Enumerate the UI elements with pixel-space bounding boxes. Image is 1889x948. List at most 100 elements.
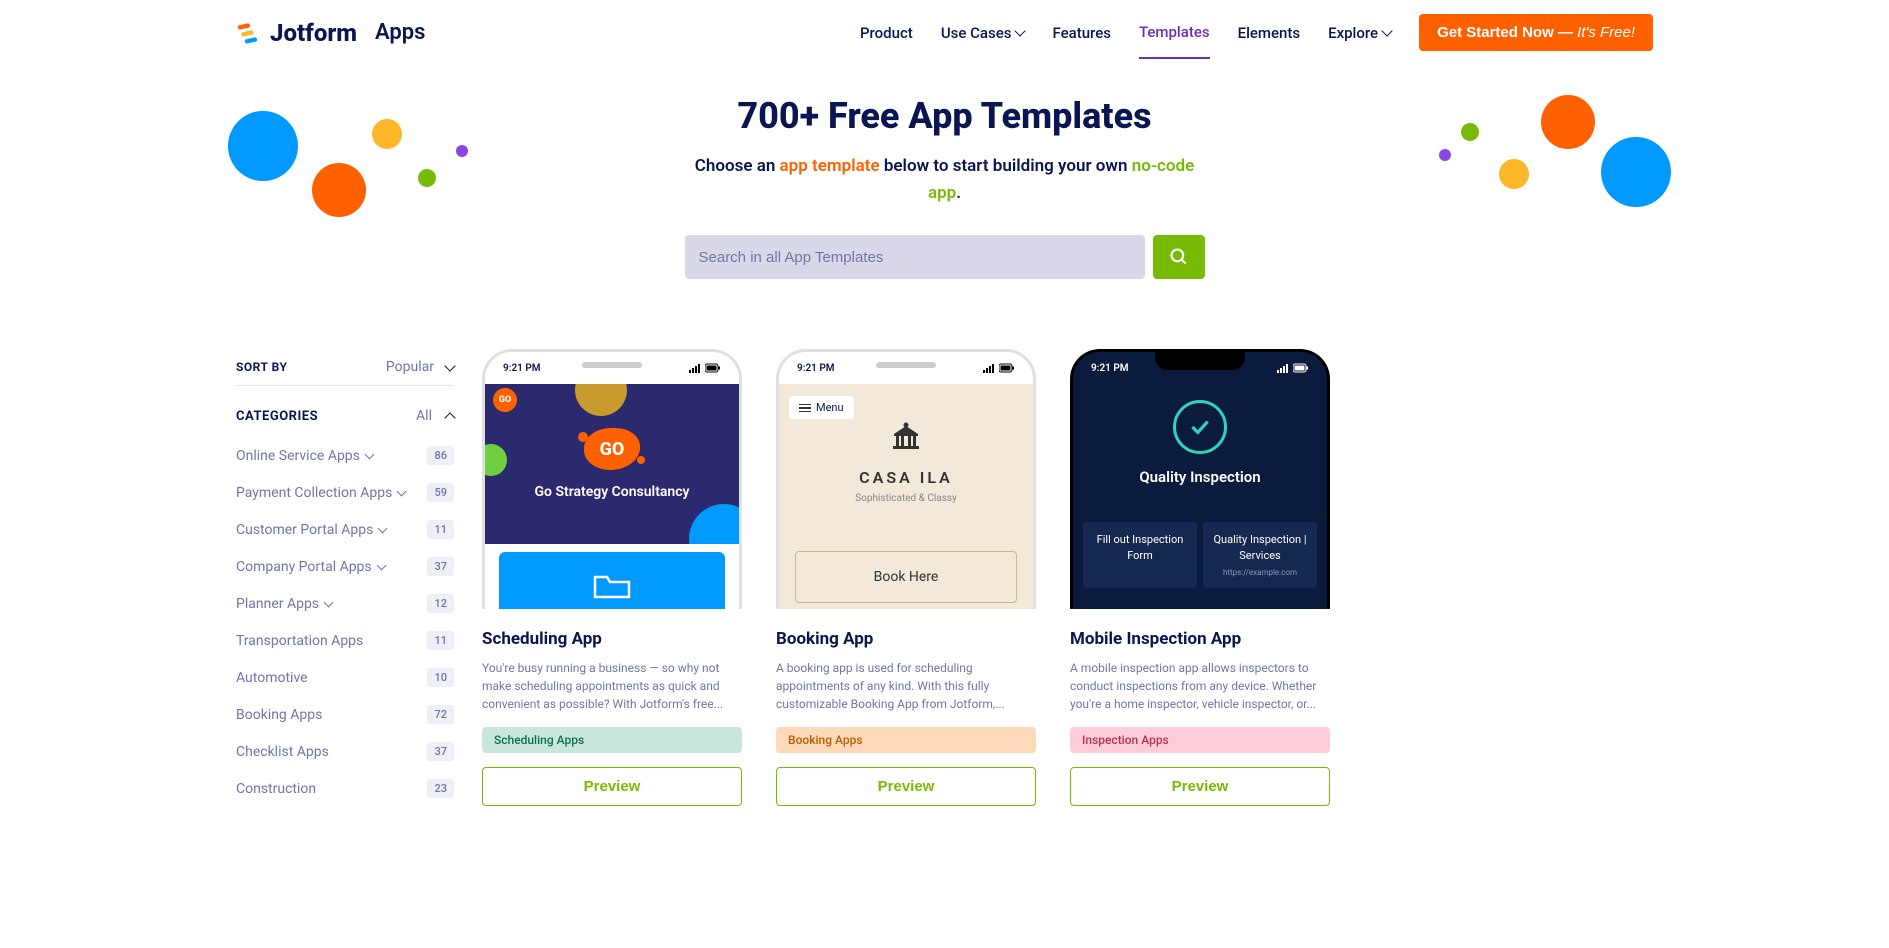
chevron-down-icon — [364, 450, 374, 460]
category-item[interactable]: Payment Collection Apps59 — [236, 475, 454, 510]
mock-menu-button: Menu — [789, 396, 854, 419]
category-item[interactable]: Online Service Apps 86 — [236, 438, 454, 473]
nav-templates[interactable]: Templates — [1139, 23, 1210, 59]
category-item[interactable]: Customer Portal Apps11 — [236, 512, 454, 547]
preview-button[interactable]: Preview — [776, 767, 1036, 806]
category-count: 11 — [427, 520, 454, 539]
mock-title: Go Strategy Consultancy — [535, 484, 690, 500]
template-card: 9:21 PM Menu CASA ILA Sophisticated & Cl — [776, 349, 1036, 806]
chevron-down-icon — [1015, 25, 1026, 36]
mock-book-button: Book Here — [795, 551, 1017, 603]
sort-select[interactable]: Popular — [386, 359, 454, 375]
category-count: 12 — [427, 594, 454, 613]
category-name: Planner Apps — [236, 596, 332, 612]
category-name: Checklist Apps — [236, 744, 329, 760]
category-name: Automotive — [236, 670, 308, 686]
phone-mockup: 9:21 PM GO GO Go Strategy Consultancy — [482, 349, 742, 609]
search-button[interactable] — [1153, 235, 1205, 279]
nav-elements[interactable]: Elements — [1238, 24, 1301, 42]
card-title[interactable]: Booking App — [776, 629, 1036, 649]
get-started-button[interactable]: Get Started Now — It's Free! — [1419, 14, 1653, 51]
template-card: 9:21 PM GO GO Go Strategy Consultancy Sc… — [482, 349, 742, 806]
main-content: SORT BY Popular CATEGORIES All Online Se… — [0, 319, 1889, 846]
preview-button[interactable]: Preview — [482, 767, 742, 806]
template-card: 9:21 PM Quality Inspection Fill out Insp… — [1070, 349, 1330, 806]
card-title[interactable]: Scheduling App — [482, 629, 742, 649]
mock-subtitle: Sophisticated & Classy — [779, 493, 1033, 504]
chevron-up-icon — [444, 412, 455, 423]
mock-title: Quality Inspection — [1073, 468, 1327, 486]
decorative-circle — [228, 111, 298, 181]
phone-mockup: 9:21 PM Menu CASA ILA Sophisticated & Cl — [776, 349, 1036, 609]
category-name: Company Portal Apps — [236, 559, 385, 575]
main-header: Jotform Apps Product Use Cases Features … — [0, 0, 1889, 65]
decorative-circle — [1601, 137, 1671, 207]
chevron-down-icon — [324, 598, 334, 608]
phone-status-bar: 9:21 PM — [485, 352, 739, 384]
preview-button[interactable]: Preview — [1070, 767, 1330, 806]
search-input[interactable] — [685, 235, 1145, 279]
category-item[interactable]: Planner Apps 12 — [236, 586, 454, 621]
nav-features[interactable]: Features — [1052, 24, 1110, 42]
category-count: 72 — [427, 705, 454, 724]
decorative-circle — [456, 145, 468, 157]
card-tag[interactable]: Booking Apps — [776, 727, 1036, 753]
sidebar: SORT BY Popular CATEGORIES All Online Se… — [236, 349, 454, 806]
checkmark-icon — [1173, 400, 1227, 454]
search-icon — [1169, 247, 1189, 267]
phone-notch — [1155, 352, 1245, 370]
nav-product[interactable]: Product — [860, 24, 913, 42]
category-name: Online Service Apps — [236, 448, 373, 464]
chevron-down-icon — [1381, 25, 1392, 36]
category-item[interactable]: Company Portal Apps 37 — [236, 549, 454, 584]
phone-notch — [582, 362, 642, 368]
category-name: Booking Apps — [236, 707, 322, 723]
chevron-down-icon — [376, 561, 386, 571]
category-name: Transportation Apps — [236, 633, 363, 649]
decorative-circle — [1461, 123, 1479, 141]
category-item[interactable]: Checklist Apps 37 — [236, 734, 454, 769]
main-nav: Product Use Cases Features Templates Ele… — [860, 14, 1653, 51]
section-label[interactable]: Apps — [375, 20, 425, 45]
card-tag[interactable]: Inspection Apps — [1070, 727, 1330, 753]
category-item[interactable]: Construction 23 — [236, 771, 454, 806]
category-count: 37 — [427, 742, 454, 761]
nav-explore[interactable]: Explore — [1328, 24, 1391, 42]
categories-list: Online Service Apps 86 Payment Collection … — [236, 438, 454, 806]
category-item[interactable]: Transportation Apps 11 — [236, 623, 454, 658]
decorative-circle — [312, 163, 366, 217]
category-count: 37 — [427, 557, 454, 576]
go-logo: GO — [584, 428, 640, 470]
sort-label: SORT BY — [236, 360, 287, 374]
category-count: 86 — [427, 446, 454, 465]
brand-name: Jotform — [270, 19, 357, 47]
phone-mockup: 9:21 PM Quality Inspection Fill out Insp… — [1070, 349, 1330, 609]
logo[interactable]: Jotform — [236, 19, 357, 47]
category-item[interactable]: Automotive 10 — [236, 660, 454, 695]
search-wrap — [0, 235, 1889, 279]
card-tag[interactable]: Scheduling Apps — [482, 727, 742, 753]
nav-use-cases[interactable]: Use Cases — [941, 24, 1025, 42]
chevron-down-icon — [444, 360, 455, 371]
card-title[interactable]: Mobile Inspection App — [1070, 629, 1330, 649]
decorative-circle — [1541, 95, 1595, 149]
jotform-logo-icon — [236, 19, 264, 47]
category-count: 10 — [427, 668, 454, 687]
category-count: 23 — [427, 779, 454, 798]
categories-toggle[interactable]: All — [416, 408, 454, 424]
chevron-down-icon — [397, 487, 407, 497]
card-description: You're busy running a business — so why … — [482, 659, 742, 713]
mock-tile: Quality Inspection | Services https://ex… — [1203, 522, 1317, 588]
category-count: 11 — [427, 631, 454, 650]
hero-section: 700+ Free App Templates Choose an app te… — [0, 65, 1889, 319]
category-name: Construction — [236, 781, 316, 797]
sort-row: SORT BY Popular — [236, 349, 454, 386]
card-description: A mobile inspection app allows inspector… — [1070, 659, 1330, 713]
category-item[interactable]: Booking Apps 72 — [236, 697, 454, 732]
decorative-circle — [372, 119, 402, 149]
building-icon — [779, 422, 1033, 460]
decorative-circle — [1439, 149, 1451, 161]
card-description: A booking app is used for scheduling app… — [776, 659, 1036, 713]
logo-section: Jotform Apps — [236, 19, 426, 47]
decorative-circle — [418, 169, 436, 187]
